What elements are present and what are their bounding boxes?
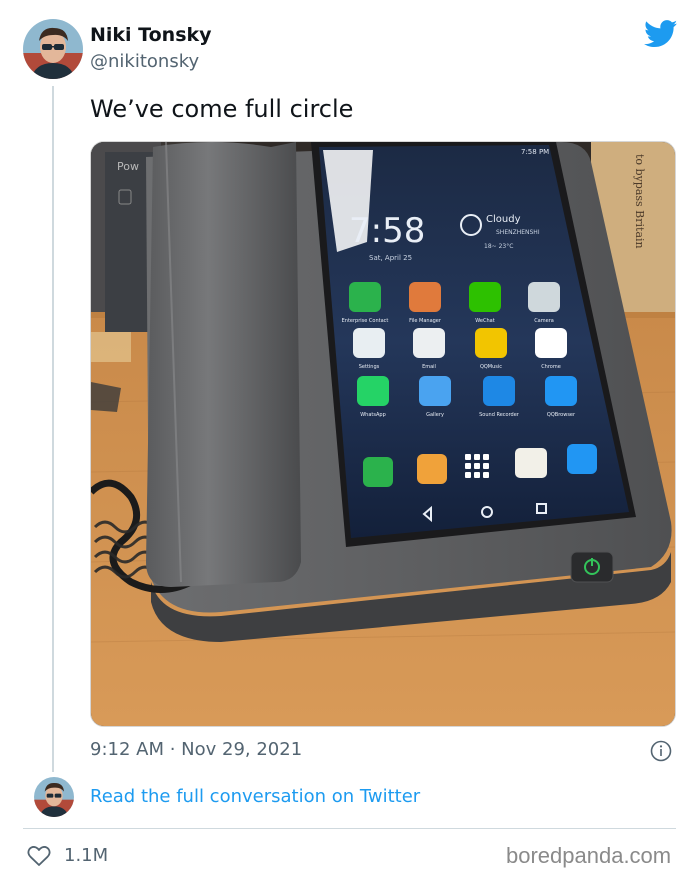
dock-phone-icon[interactable]: [363, 457, 393, 487]
booklet-text: to bypass Britain: [633, 154, 646, 249]
app-label: WeChat: [475, 318, 494, 324]
author-avatar[interactable]: [23, 19, 83, 79]
app-label: File Manager: [409, 318, 442, 324]
author-name[interactable]: Niki Tonsky: [90, 24, 212, 46]
mic-app-icon[interactable]: [483, 376, 515, 406]
read-full-conversation-link[interactable]: Read the full conversation on Twitter: [90, 786, 420, 807]
app-label: QQMusic: [480, 364, 502, 370]
tweet-card: Niki Tonsky @nikitonsky We’ve come full …: [0, 0, 700, 881]
twitter-bird-icon[interactable]: [644, 20, 678, 48]
tweet-timestamp[interactable]: 9:12 AM · Nov 29, 2021: [90, 739, 302, 760]
app-label: QQBrowser: [547, 412, 576, 418]
music-app-icon[interactable]: [475, 328, 507, 358]
dock-browser-icon[interactable]: [567, 444, 597, 474]
dock-messages-icon[interactable]: [515, 448, 547, 478]
screen-temp: 18~ 23°C: [484, 243, 513, 250]
thread-line: [52, 86, 54, 772]
phone-app-icon[interactable]: [349, 282, 381, 312]
app-label: Camera: [534, 318, 554, 324]
whatsapp-app-icon[interactable]: [357, 376, 389, 406]
reader-avatar[interactable]: [34, 777, 74, 817]
app-label: Enterprise Contact: [342, 318, 389, 324]
app-label: Settings: [359, 364, 380, 370]
screen-weather: Cloudy: [486, 214, 521, 225]
author-handle[interactable]: @nikitonsky: [90, 51, 199, 72]
folder-app-icon[interactable]: [409, 282, 441, 312]
gallery-app-icon[interactable]: [419, 376, 451, 406]
box-label: Pow: [117, 160, 139, 173]
status-time: 7:58 PM: [521, 148, 549, 156]
browser-app-icon[interactable]: [545, 376, 577, 406]
dock-contacts-icon[interactable]: [417, 454, 447, 484]
divider: [23, 828, 676, 829]
screen-city: SHENZHENSHI: [496, 229, 540, 236]
camera-app-icon[interactable]: [528, 282, 560, 312]
like-count: 1.1M: [64, 845, 109, 866]
email-app-icon[interactable]: [413, 328, 445, 358]
chrome-app-icon[interactable]: [535, 328, 567, 358]
screen-date: Sat, April 25: [369, 254, 412, 262]
app-label: Sound Recorder: [479, 412, 520, 418]
screen-clock: 7:58: [349, 211, 425, 251]
wechat-app-icon[interactable]: [469, 282, 501, 312]
app-label: Chrome: [541, 364, 561, 370]
tweet-text: We’ve come full circle: [90, 95, 354, 123]
app-label: WhatsApp: [360, 412, 386, 418]
app-label: Gallery: [426, 412, 444, 418]
info-icon[interactable]: [650, 740, 672, 762]
app-label: Email: [422, 364, 436, 370]
settings-app-icon[interactable]: [353, 328, 385, 358]
tweet-photo[interactable]: Pow to bypass Britain 7:58 PM 7:58 Sat, …: [90, 141, 676, 727]
watermark: boredpanda.com: [506, 843, 672, 868]
heart-icon[interactable]: [27, 845, 51, 867]
dock-apps-icon[interactable]: [465, 454, 489, 478]
